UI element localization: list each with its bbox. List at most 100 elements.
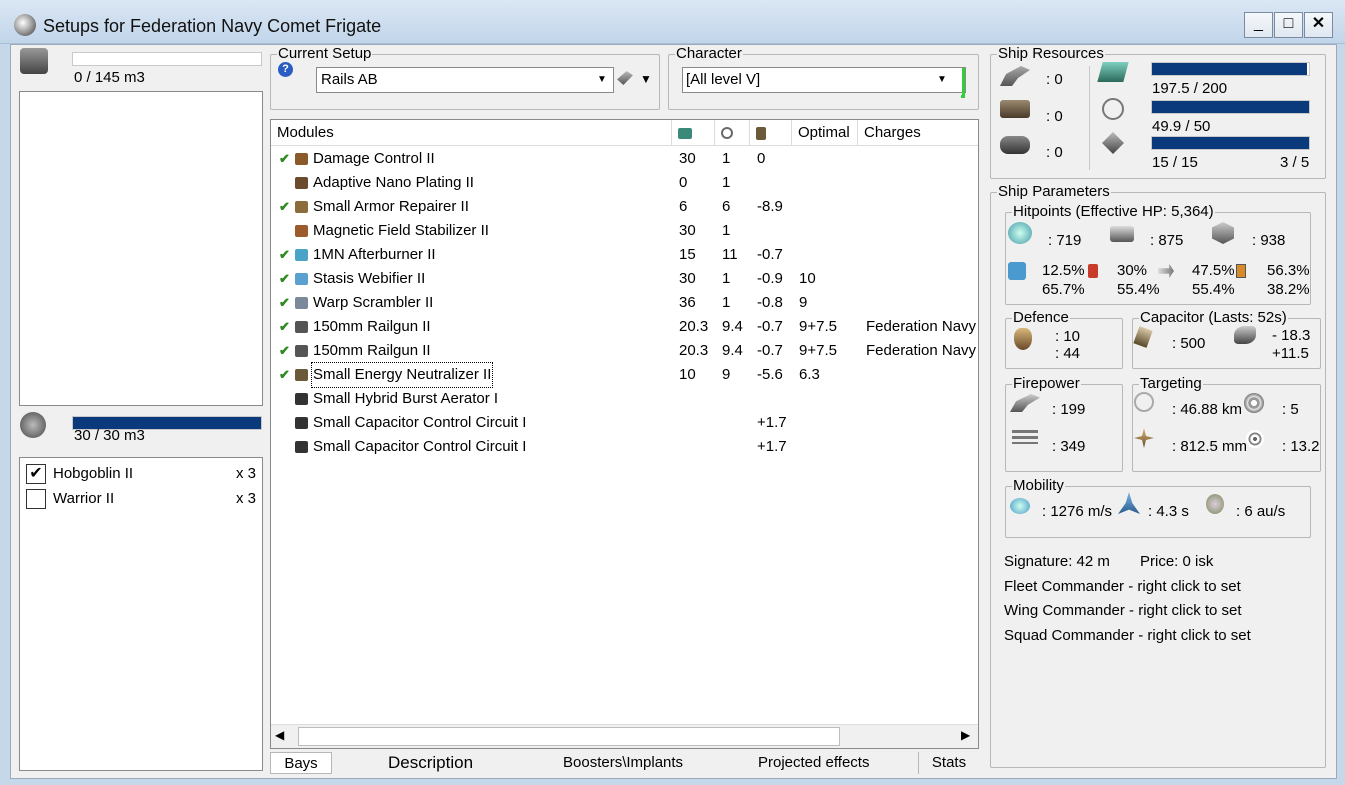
module-row[interactable]: ✔ Small Armor Repairer II 6 6 -8.9	[271, 195, 977, 219]
help-icon[interactable]: ?	[278, 62, 293, 77]
maximize-button[interactable]: □	[1274, 12, 1303, 38]
module-row[interactable]: ✔ 150mm Railgun II 20.3 9.4 -0.7 9+7.5 Federat…	[271, 315, 977, 339]
drone-list[interactable]: ✔ Hobgoblin II x 3 Warrior II x 3	[19, 457, 263, 771]
col-modules[interactable]: Modules	[271, 120, 672, 146]
module-name: 150mm Railgun II	[313, 342, 431, 359]
module-icon	[295, 273, 308, 285]
module-active-check-icon: ✔	[279, 295, 290, 310]
em-resist-icon	[1008, 262, 1026, 280]
tab-boosters-implants[interactable]: Boosters\Implants	[563, 752, 683, 774]
explosive-resist-top: 56.3%	[1267, 262, 1310, 279]
module-row[interactable]: ✔ 1MN Afterburner II 15 11 -0.7	[271, 243, 977, 267]
targeting-group: Targeting	[1132, 376, 1321, 472]
align-time: : 4.3 s	[1148, 503, 1189, 520]
modules-table[interactable]: Modules Optimal Charges ✔ Damage Control …	[270, 119, 979, 749]
max-velocity: : 1276 m/s	[1042, 503, 1113, 520]
close-button[interactable]: ✕	[1304, 12, 1333, 38]
module-capacitor: +1.7	[757, 438, 787, 455]
module-cpu: 10	[679, 366, 696, 383]
module-cpu: 36	[679, 294, 696, 311]
tab-projected-effects[interactable]: Projected effects	[758, 752, 869, 774]
module-capacitor: 0	[757, 150, 766, 167]
module-row[interactable]: Magnetic Field Stabilizer II 30 1	[271, 219, 977, 243]
module-name: Magnetic Field Stabilizer II	[313, 222, 489, 239]
col-optimal[interactable]: Optimal	[792, 120, 858, 146]
module-name: Adaptive Nano Plating II	[313, 174, 474, 191]
module-row[interactable]: ✔ Stasis Webifier II 30 1 -0.9 10	[271, 267, 977, 291]
em-resist-top: 12.5%	[1042, 262, 1085, 279]
module-capacitor: -0.9	[757, 270, 783, 287]
module-icon	[295, 417, 308, 429]
kinetic-resist-top: 47.5%	[1192, 262, 1235, 279]
module-capacitor: -0.7	[757, 342, 783, 359]
cargo-list[interactable]	[19, 91, 263, 406]
cpu-bar	[1151, 62, 1310, 76]
chevron-down-icon[interactable]: ▼	[933, 71, 951, 89]
module-icon	[295, 393, 308, 405]
structure-hp: : 938	[1252, 232, 1286, 249]
modules-header: Modules Optimal Charges	[271, 120, 978, 146]
col-cpu[interactable]	[672, 120, 715, 146]
module-optimal: 10	[799, 270, 816, 287]
powergrid-bar-fill	[1152, 101, 1309, 113]
scrollbar-thumb[interactable]	[298, 727, 840, 746]
module-icon	[295, 345, 308, 357]
minimize-button[interactable]: _	[1244, 12, 1273, 38]
tab-bays[interactable]: Bays	[270, 752, 332, 774]
module-row[interactable]: Small Hybrid Burst Aerator I	[271, 387, 977, 411]
module-charge: Federation Navy	[866, 318, 977, 335]
drone-item[interactable]: Warrior II x 3	[20, 487, 262, 511]
wing-commander[interactable]: Wing Commander - right click to set	[1004, 602, 1242, 619]
drone-checkbox[interactable]	[26, 489, 46, 509]
module-name: Small Capacitor Control Circuit I	[313, 438, 527, 455]
title-bar[interactable]: Setups for Federation Navy Comet Frigate…	[0, 0, 1345, 44]
cpu-icon	[678, 128, 692, 139]
shield-icon	[1008, 222, 1032, 244]
warp-speed: : 6 au/s	[1236, 503, 1286, 520]
targeting-range-icon	[1134, 392, 1154, 412]
tab-stats[interactable]: Stats	[918, 752, 979, 774]
calibration-icon	[1000, 136, 1030, 154]
drone-item[interactable]: ✔ Hobgoblin II x 3	[20, 462, 262, 486]
module-row[interactable]: ✔ 150mm Railgun II 20.3 9.4 -0.7 9+7.5 Federat…	[271, 339, 977, 363]
module-icon	[295, 321, 308, 333]
squad-commander[interactable]: Squad Commander - right click to set	[1004, 627, 1251, 644]
col-powergrid[interactable]	[715, 120, 750, 146]
scroll-right-icon[interactable]: ▶	[961, 728, 970, 742]
powergrid-usage: 49.9 / 50	[1152, 118, 1211, 135]
col-capacitor[interactable]	[750, 120, 792, 146]
tab-description[interactable]: Description	[388, 752, 473, 774]
capacitor-delta-1: - 18.3	[1272, 327, 1311, 344]
module-powergrid: 9.4	[722, 342, 743, 359]
scroll-left-icon[interactable]: ◀	[275, 728, 284, 742]
chevron-down-icon[interactable]: ▼	[593, 71, 611, 89]
character-select[interactable]: [All level V] ▼	[682, 67, 966, 98]
launcher-hardpoint-icon	[1000, 100, 1030, 118]
module-powergrid: 1	[722, 222, 731, 239]
module-row[interactable]: ✔ Small Energy Neutralizer II 10 9 -5.6 6.3	[271, 362, 977, 388]
drone-name: Hobgoblin II	[53, 465, 134, 482]
module-name: 1MN Afterburner II	[313, 246, 436, 263]
setup-select[interactable]: Rails AB ▼	[316, 67, 614, 93]
drone-checkbox[interactable]: ✔	[26, 464, 46, 484]
module-row[interactable]: Small Capacitor Control Circuit I +1.7	[271, 435, 977, 459]
horizontal-scrollbar[interactable]: ◀ ▶	[271, 724, 978, 748]
drone-damage-icon	[1012, 430, 1038, 444]
drones-active: 3 / 5	[1280, 154, 1310, 171]
module-name: 150mm Railgun II	[313, 318, 431, 335]
drone-qty: x 3	[236, 465, 257, 482]
explosive-resist-icon	[1236, 264, 1246, 278]
module-active-check-icon: ✔	[279, 199, 290, 214]
module-row[interactable]: ✔ Damage Control II 30 1 0	[271, 147, 977, 171]
scan-resolution: : 812.5 mm	[1172, 438, 1248, 455]
module-capacitor: -0.7	[757, 246, 783, 263]
col-charges[interactable]: Charges	[858, 120, 978, 146]
capacitor-capacity: : 500	[1172, 335, 1206, 352]
module-cpu: 30	[679, 150, 696, 167]
module-row[interactable]: Adaptive Nano Plating II 0 1	[271, 171, 977, 195]
module-row[interactable]: ✔ Warp Scrambler II 36 1 -0.8 9	[271, 291, 977, 315]
module-row[interactable]: Small Capacitor Control Circuit I +1.7	[271, 411, 977, 435]
setup-menu-arrow-icon[interactable]: ▼	[640, 72, 652, 86]
fleet-commander[interactable]: Fleet Commander - right click to set	[1004, 578, 1241, 595]
drone-bandwidth-bar-fill	[1152, 137, 1309, 149]
